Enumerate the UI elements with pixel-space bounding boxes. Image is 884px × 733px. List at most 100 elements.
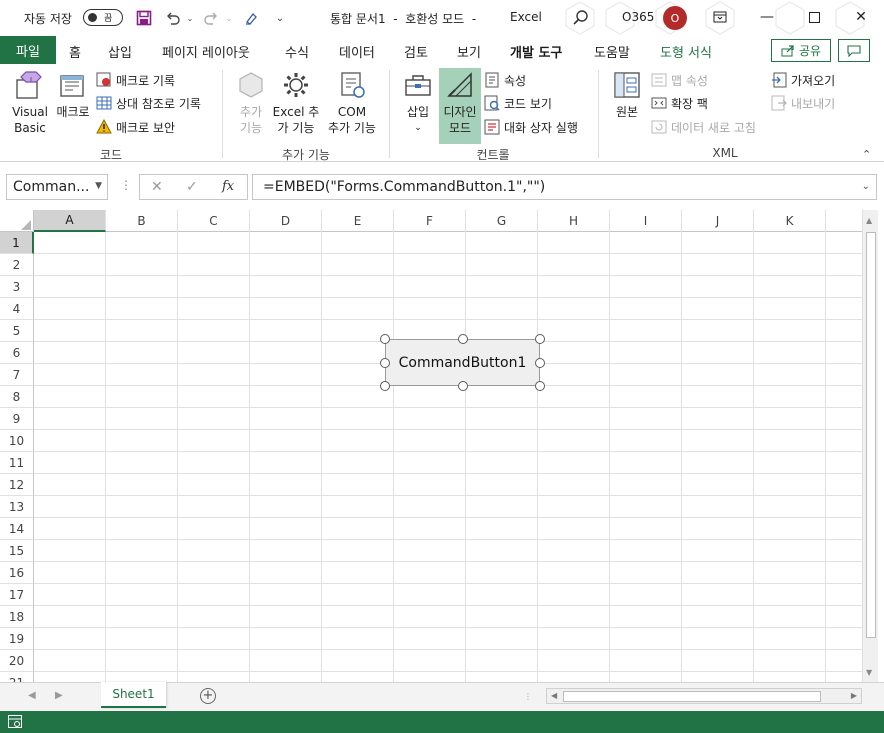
- column-header[interactable]: K: [754, 210, 826, 232]
- ribbon-display-options-icon[interactable]: [697, 0, 743, 34]
- comments-button[interactable]: [838, 39, 870, 62]
- redo-dropdown-icon[interactable]: ⌄: [219, 8, 239, 28]
- addins-button[interactable]: 추가 기능: [232, 68, 270, 136]
- row-header[interactable]: 19: [0, 628, 34, 650]
- row-header[interactable]: 4: [0, 298, 34, 320]
- share-button[interactable]: 공유: [771, 39, 831, 62]
- row-header[interactable]: 21: [0, 672, 34, 682]
- resize-handle[interactable]: [535, 381, 545, 391]
- column-header[interactable]: C: [178, 210, 250, 232]
- sheet-tab-sheet1[interactable]: Sheet1: [101, 682, 166, 708]
- insert-function-icon[interactable]: fx: [222, 179, 234, 194]
- row-header[interactable]: 3: [0, 276, 34, 298]
- worksheet-grid[interactable]: ABCDEFGHIJK 1 2 3 4 5 6 7 8 9 10 11 12 13 14 15 16 17 18 1…: [0, 210, 884, 682]
- search-icon[interactable]: [572, 9, 590, 27]
- row-header[interactable]: 12: [0, 474, 34, 496]
- column-header[interactable]: G: [466, 210, 538, 232]
- scroll-right-icon[interactable]: ▶: [851, 691, 857, 700]
- add-sheet-icon[interactable]: +: [200, 688, 216, 704]
- row-header[interactable]: 7: [0, 364, 34, 386]
- customize-qat-icon[interactable]: ⌄: [270, 8, 290, 28]
- collapse-ribbon-icon[interactable]: ⌃: [862, 148, 871, 161]
- column-header[interactable]: J: [682, 210, 754, 232]
- autosave-toggle[interactable]: 끔: [83, 9, 123, 26]
- row-header[interactable]: 2: [0, 254, 34, 276]
- record-macro-button[interactable]: 매크로 기록: [96, 71, 175, 89]
- resize-handle[interactable]: [380, 357, 390, 368]
- next-sheet-icon[interactable]: ▶: [55, 690, 63, 701]
- expansion-packs-button[interactable]: 확장 팩: [651, 94, 708, 112]
- format-painter-icon[interactable]: [242, 8, 262, 28]
- column-header[interactable]: I: [610, 210, 682, 232]
- properties-button[interactable]: 속성: [484, 71, 526, 89]
- name-box[interactable]: Comman... ▼: [6, 174, 108, 200]
- macro-security-button[interactable]: 매크로 보안: [96, 118, 175, 136]
- tab-view[interactable]: 보기: [457, 42, 481, 61]
- tab-data[interactable]: 데이터: [339, 42, 375, 61]
- com-addins-button[interactable]: COM 추가 기능: [324, 68, 380, 136]
- import-button[interactable]: 가져오기: [771, 71, 835, 89]
- row-header[interactable]: 9: [0, 408, 34, 430]
- row-header[interactable]: 1: [0, 232, 34, 254]
- row-header[interactable]: 5: [0, 320, 34, 342]
- scroll-down-icon[interactable]: ▼: [866, 668, 872, 677]
- resize-handle[interactable]: [380, 381, 390, 391]
- scroll-up-icon[interactable]: ▲: [866, 216, 872, 225]
- export-button[interactable]: 내보내기: [771, 94, 835, 112]
- excel-addins-button[interactable]: Excel 추 가 기능: [271, 68, 321, 136]
- row-header[interactable]: 16: [0, 562, 34, 584]
- tab-home[interactable]: 홈: [69, 42, 81, 61]
- previous-sheet-icon[interactable]: ◀: [28, 690, 36, 701]
- tab-formulas[interactable]: 수식: [285, 42, 309, 61]
- horizontal-scroll-thumb[interactable]: [563, 691, 821, 702]
- vertical-scroll-thumb[interactable]: [866, 232, 876, 638]
- scroll-left-icon[interactable]: ◀: [551, 691, 557, 700]
- resize-handle[interactable]: [535, 334, 545, 344]
- visual-basic-button[interactable]: Visual Basic: [8, 68, 52, 136]
- resize-handle[interactable]: [457, 381, 468, 391]
- row-header[interactable]: 17: [0, 584, 34, 606]
- resize-handle[interactable]: [535, 357, 545, 368]
- insert-control-button[interactable]: 삽입 ⌄: [398, 68, 438, 136]
- column-header[interactable]: F: [394, 210, 466, 232]
- row-header[interactable]: 8: [0, 386, 34, 408]
- relative-references-button[interactable]: 상대 참조로 기록: [96, 94, 201, 112]
- tab-developer[interactable]: 개발 도구: [510, 42, 563, 67]
- expand-formula-icon[interactable]: ⌄: [862, 181, 870, 192]
- enter-icon[interactable]: ✓: [186, 179, 198, 195]
- account-name[interactable]: O365: [622, 10, 654, 24]
- split-handle-icon[interactable]: ⋮: [524, 692, 533, 701]
- tab-review[interactable]: 검토: [404, 42, 428, 61]
- design-mode-button[interactable]: 디자인 모드: [439, 68, 481, 144]
- vertical-scrollbar[interactable]: ▲ ▼: [862, 210, 878, 682]
- horizontal-scrollbar[interactable]: ◀ ▶: [546, 688, 862, 704]
- close-button[interactable]: ✕: [838, 0, 884, 34]
- refresh-data-button[interactable]: 데이터 새로 고침: [651, 118, 756, 136]
- run-dialog-button[interactable]: 대화 상자 실행: [484, 118, 578, 136]
- column-header[interactable]: A: [34, 210, 106, 232]
- resize-handle[interactable]: [380, 334, 390, 344]
- tab-insert[interactable]: 삽입: [108, 42, 132, 61]
- map-properties-button[interactable]: 맵 속성: [651, 71, 708, 89]
- row-header[interactable]: 11: [0, 452, 34, 474]
- tab-shape-format[interactable]: 도형 서식: [660, 42, 712, 61]
- undo-dropdown-icon[interactable]: ⌄: [180, 8, 200, 28]
- tab-page-layout[interactable]: 페이지 레이아웃: [162, 42, 250, 61]
- column-header[interactable]: D: [250, 210, 322, 232]
- minimize-button[interactable]: —: [744, 0, 790, 34]
- select-all-corner[interactable]: [0, 210, 34, 232]
- cancel-icon[interactable]: ✕: [151, 179, 163, 195]
- macros-button[interactable]: 매크로: [53, 68, 93, 120]
- tab-file[interactable]: 파일: [0, 36, 56, 64]
- avatar[interactable]: O: [663, 6, 687, 30]
- resize-handle[interactable]: [457, 334, 468, 344]
- column-header[interactable]: B: [106, 210, 178, 232]
- row-header[interactable]: 15: [0, 540, 34, 562]
- tab-help[interactable]: 도움말: [594, 42, 630, 61]
- xml-source-button[interactable]: 원본: [608, 68, 646, 120]
- macro-recording-icon[interactable]: [8, 715, 23, 729]
- row-header[interactable]: 13: [0, 496, 34, 518]
- column-header[interactable]: E: [322, 210, 394, 232]
- row-header[interactable]: 6: [0, 342, 34, 364]
- maximize-button[interactable]: [791, 0, 837, 34]
